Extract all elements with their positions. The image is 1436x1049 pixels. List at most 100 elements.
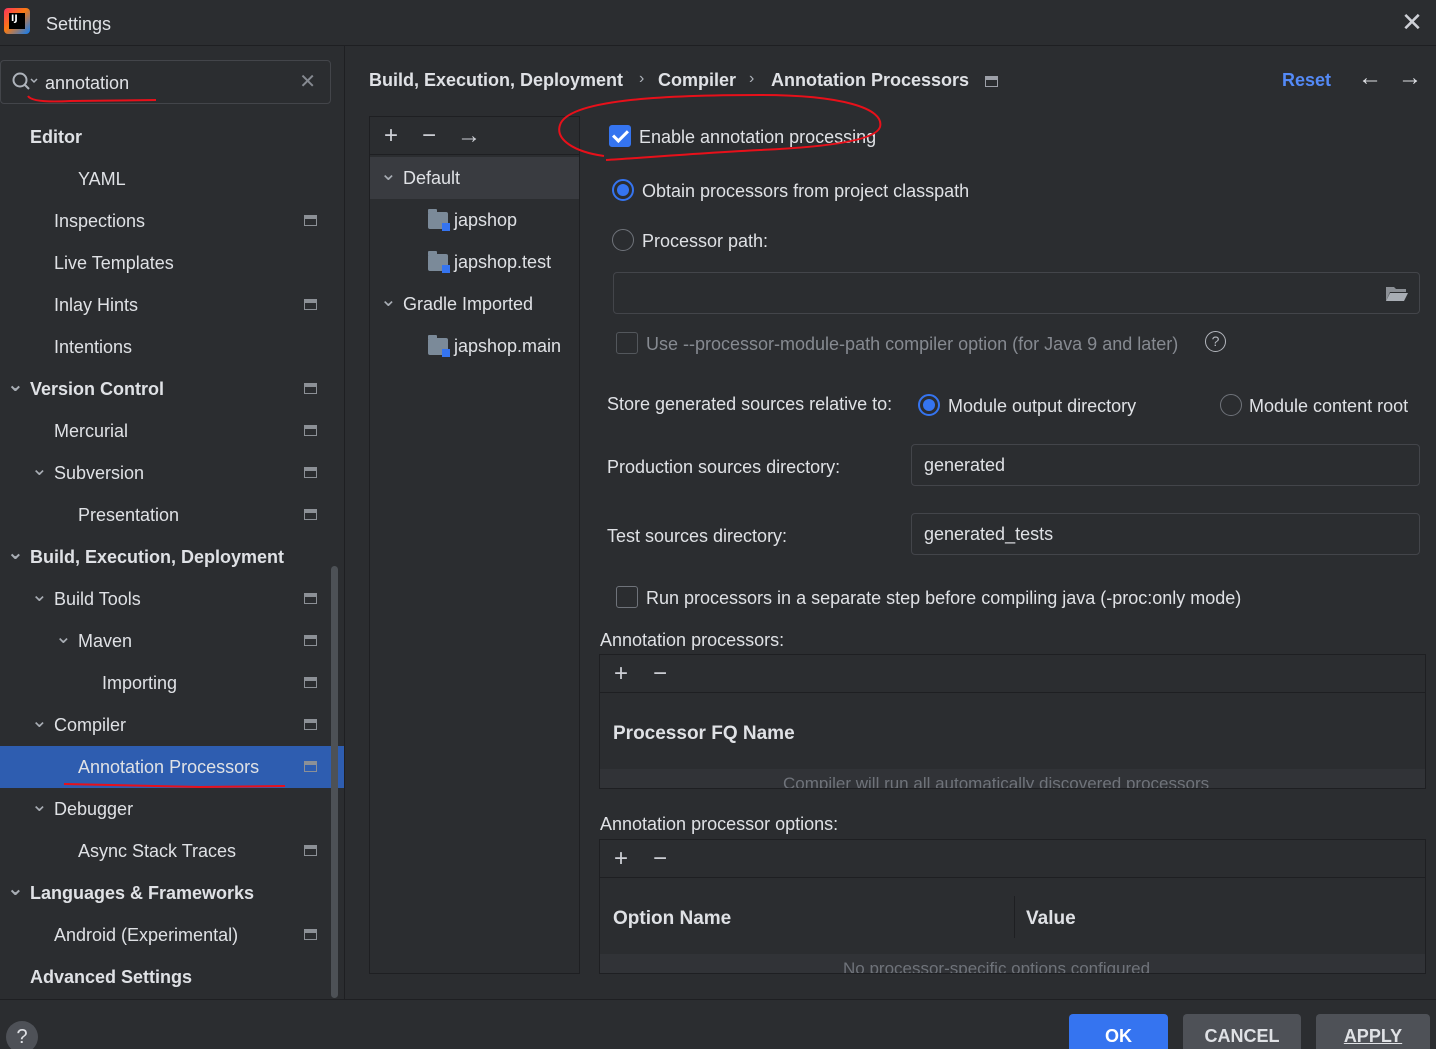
arrow-left-icon[interactable]: ← [1357,64,1383,94]
apply-button[interactable]: APPLY [1316,1014,1430,1049]
option-name-header[interactable]: Option Name [613,908,731,930]
title-bar: IJ Settings ✕ [0,0,1436,46]
enable-annotation-processing-checkbox[interactable] [609,125,631,147]
sidebar-item-maven[interactable]: ⌄ Maven [0,620,344,662]
processor-path-label[interactable]: Processor path: [642,231,768,252]
sidebar-item-label: YAML [78,169,126,189]
chevron-down-icon[interactable]: ⌄ [31,578,48,620]
sidebar-item-languages-frameworks[interactable]: ⌄ Languages & Frameworks [0,872,344,914]
sidebar-item-android-experimental[interactable]: Android (Experimental) [0,914,344,956]
sidebar-item-label: Build Tools [54,589,141,609]
project-level-icon [304,509,317,520]
sidebar-item-importing[interactable]: Importing [0,662,344,704]
profile-label: Gradle Imported [403,294,534,314]
remove-option-icon[interactable]: − [645,844,675,874]
sidebar-item-intentions[interactable]: Intentions [0,326,344,368]
reset-link[interactable]: Reset [1282,70,1331,91]
test-sources-input[interactable] [924,522,1381,546]
add-processor-icon[interactable]: + [606,659,636,689]
ok-button[interactable]: OK [1069,1014,1168,1049]
profile-item-japshop[interactable]: japshop [370,199,579,241]
chevron-down-icon[interactable]: ⌄ [380,283,397,317]
sidebar-item-advanced-settings[interactable]: Advanced Settings [0,956,344,998]
processor-path-radio[interactable] [612,229,634,251]
sidebar-item-label: Subversion [54,463,145,483]
help-icon[interactable]: ? [1205,331,1226,352]
sidebar-item-async-stack-traces[interactable]: Async Stack Traces [0,830,344,872]
module-folder-icon [428,251,450,273]
module-output-directory-radio[interactable] [918,394,940,416]
search-box[interactable]: ✕ [0,60,331,104]
obtain-from-classpath-label[interactable]: Obtain processors from project classpath [642,181,969,202]
chevron-down-icon[interactable]: ⌄ [7,368,24,410]
sidebar-item-yaml[interactable]: YAML [0,158,344,200]
breadcrumb-separator: › [749,70,755,87]
sidebar-item-presentation[interactable]: Presentation [0,494,344,536]
run-separate-step-label[interactable]: Run processors in a separate step before… [646,588,1241,609]
profile-item-japshop-main[interactable]: japshop.main [370,325,579,367]
processor-path-input[interactable] [626,281,1351,305]
sidebar-item-label: Debugger [54,799,134,819]
search-input[interactable] [45,71,285,95]
processor-fq-name-header[interactable]: Processor FQ Name [613,723,795,745]
help-button[interactable]: ? [6,1021,38,1049]
sidebar-item-version-control[interactable]: ⌄ Version Control [0,368,344,410]
window-title: Settings [46,14,112,34]
production-sources-field[interactable] [911,444,1420,486]
obtain-from-classpath-radio[interactable] [612,179,634,201]
sidebar-item-mercurial[interactable]: Mercurial [0,410,344,452]
processor-path-field[interactable] [613,272,1420,314]
chevron-down-icon[interactable]: ⌄ [55,620,72,662]
test-sources-field[interactable] [911,513,1420,555]
arrow-right-icon[interactable]: → [1397,64,1423,94]
sidebar-item-live-templates[interactable]: Live Templates [0,242,344,284]
chevron-down-icon[interactable]: ⌄ [380,157,397,191]
sidebar-item-build-tools[interactable]: ⌄ Build Tools [0,578,344,620]
clear-search-icon[interactable]: ✕ [299,69,316,94]
sidebar-scrollbar[interactable] [331,566,338,998]
sidebar-item-build-execution-deployment[interactable]: ⌄ Build, Execution, Deployment [0,536,344,578]
remove-profile-icon[interactable]: − [414,121,444,151]
chevron-down-icon[interactable]: ⌄ [31,788,48,830]
module-content-root-radio[interactable] [1220,394,1242,416]
production-sources-input[interactable] [924,453,1381,477]
sidebar-item-inspections[interactable]: Inspections [0,200,344,242]
breadcrumb-build-execution[interactable]: Build, Execution, Deployment [369,70,623,91]
cancel-button[interactable]: CANCEL [1183,1014,1301,1049]
processor-module-path-label[interactable]: Use --processor-module-path compiler opt… [646,334,1178,355]
sidebar-item-editor[interactable]: Editor [0,116,344,158]
add-option-icon[interactable]: + [606,844,636,874]
folder-browse-icon[interactable] [1385,284,1409,302]
chevron-down-icon[interactable]: ⌄ [7,872,24,914]
profile-item-default[interactable]: ⌄ Default [370,157,579,199]
profile-label: japshop [454,210,518,230]
sidebar-item-debugger[interactable]: ⌄ Debugger [0,788,344,830]
column-divider[interactable] [1014,896,1015,938]
sidebar-item-label: Compiler [54,715,127,735]
breadcrumb-separator: › [639,70,645,87]
move-to-icon[interactable]: → [454,121,484,151]
add-profile-icon[interactable]: + [376,121,406,151]
value-header[interactable]: Value [1026,908,1076,930]
chevron-down-icon[interactable]: ⌄ [31,704,48,746]
sidebar-item-subversion[interactable]: ⌄ Subversion [0,452,344,494]
close-icon[interactable]: ✕ [1400,8,1424,36]
run-separate-step-checkbox[interactable] [616,586,638,608]
remove-processor-icon[interactable]: − [645,659,675,689]
sidebar-item-compiler[interactable]: ⌄ Compiler [0,704,344,746]
profile-item-gradle-imported[interactable]: ⌄ Gradle Imported [370,283,579,325]
project-level-icon [985,76,998,87]
sidebar-item-inlay-hints[interactable]: Inlay Hints [0,284,344,326]
chevron-down-icon[interactable]: ⌄ [7,536,24,578]
profile-item-japshop-test[interactable]: japshop.test [370,241,579,283]
chevron-down-icon[interactable]: ⌄ [31,452,48,494]
search-icon[interactable] [11,71,39,93]
enable-annotation-processing-label[interactable]: Enable annotation processing [639,127,876,148]
processor-module-path-checkbox[interactable] [616,332,638,354]
breadcrumb-compiler[interactable]: Compiler [658,70,736,91]
sidebar-item-annotation-processors[interactable]: Annotation Processors [0,746,344,788]
sidebar-item-label: Maven [78,631,133,651]
settings-sidebar: ✕ Editor YAML Inspections Live Templates Inl… [0,46,344,999]
module-content-root-label[interactable]: Module content root [1249,396,1408,417]
module-output-directory-label[interactable]: Module output directory [948,396,1136,417]
